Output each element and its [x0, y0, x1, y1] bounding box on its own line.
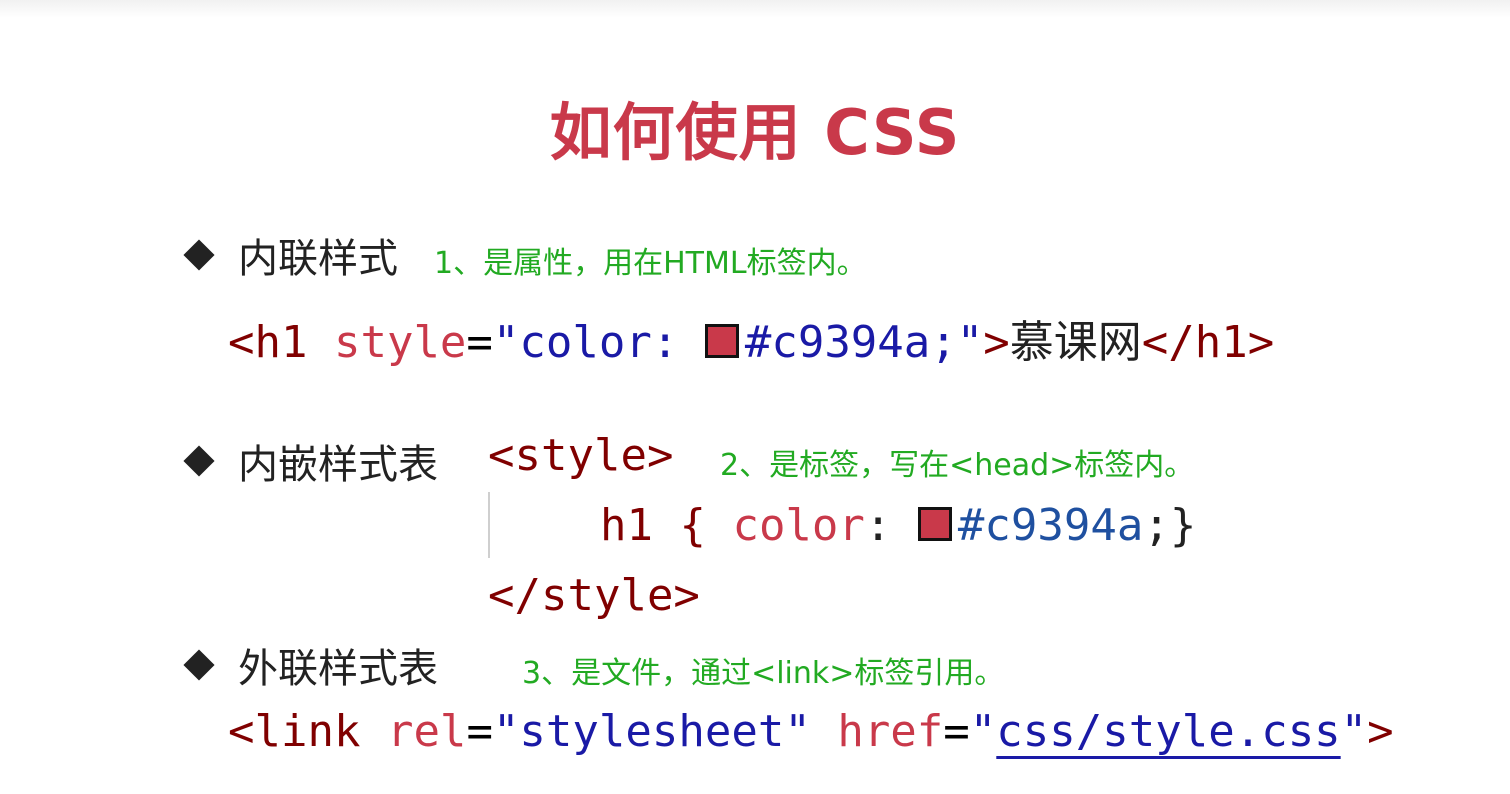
code-eq: =: [466, 706, 493, 757]
code-link-example: <link rel="stylesheet" href="css/style.c…: [228, 706, 1394, 757]
code-style-rule: h1 { color: #c9394a;}: [600, 500, 1196, 551]
code-eq: =: [943, 706, 970, 757]
code-tag-open: <h1: [228, 317, 334, 368]
note-external: 3、是文件，通过<link>标签引用。: [522, 656, 1005, 691]
indent-guide: [488, 492, 490, 558]
diamond-bullet-icon: [183, 649, 215, 681]
code-prop: color: [732, 500, 865, 551]
code-selector: h1 {: [600, 500, 733, 551]
code-attr: style: [333, 317, 467, 368]
code-color-value: #c9394a;: [744, 317, 957, 368]
code-string-open: ": [969, 706, 997, 757]
code-eq: =: [466, 317, 493, 368]
color-swatch-icon: [917, 507, 952, 541]
bullet-label: 外联样式表: [238, 646, 438, 692]
code-gt: >: [1367, 706, 1394, 757]
code-tag-open: <link: [228, 706, 387, 757]
diamond-bullet-icon: [183, 239, 215, 271]
code-rel-value: "stylesheet": [492, 706, 811, 757]
code-color-value: #c9394a: [957, 500, 1144, 551]
code-style-open: <style>: [488, 430, 674, 481]
code-attr-rel: rel: [386, 706, 467, 757]
code-attr-href: href: [837, 706, 944, 757]
code-colon: :: [864, 500, 918, 551]
color-swatch-icon: [704, 324, 739, 358]
code-style-close: </style>: [488, 570, 700, 621]
top-shade: [0, 0, 1510, 18]
code-gt: >: [983, 317, 1010, 368]
code-string-close: ": [956, 317, 984, 368]
diamond-bullet-icon: [183, 445, 215, 477]
code-tag-close: </h1>: [1141, 317, 1275, 368]
bullet-label: 内联样式: [238, 236, 398, 282]
code-rule-end: ;}: [1143, 500, 1197, 551]
bullet-label: 内嵌样式表: [238, 442, 438, 488]
code-string-open: "color:: [492, 317, 705, 368]
note-embedded: 2、是标签，写在<head>标签内。: [720, 448, 1195, 483]
note-inline: 1、是属性，用在HTML标签内。: [434, 246, 867, 281]
code-inline-example: <h1 style="color: #c9394a;">慕课网</h1>: [228, 306, 1274, 370]
code-href-link[interactable]: css/style.css: [996, 706, 1340, 757]
code-string-close: ": [1340, 706, 1368, 757]
page-title: 如何使用 CSS: [549, 96, 961, 169]
code-text-content: 慕课网: [1009, 317, 1142, 368]
